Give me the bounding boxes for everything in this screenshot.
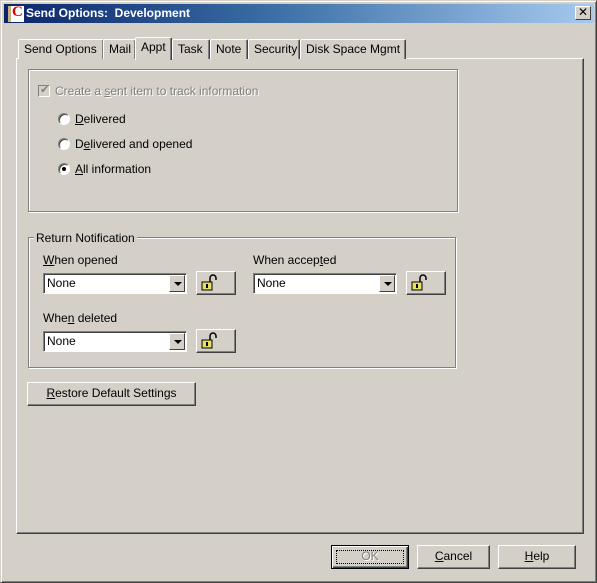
tab-appt[interactable]: Appt — [135, 37, 172, 60]
tab-task[interactable]: Task — [172, 39, 210, 59]
select-value: None — [257, 276, 286, 290]
when-deleted-label: When deleted — [43, 311, 118, 325]
when-accepted-lock-button[interactable] — [406, 271, 446, 295]
checkbox-label: Create a sent item to track information — [55, 84, 259, 98]
select-value: None — [47, 276, 76, 290]
tab-disk-space-mgmt[interactable]: Disk Space Mgmt — [300, 39, 406, 59]
radio-button[interactable] — [58, 113, 70, 125]
dropdown-arrow-icon[interactable] — [169, 333, 185, 350]
focus-rectangle — [336, 550, 404, 564]
tab-send-options[interactable]: Send Options — [18, 39, 104, 59]
tab-label: Disk Space Mgmt — [306, 42, 401, 56]
when-opened-lock-button[interactable] — [196, 271, 236, 295]
tab-label: Note — [216, 42, 242, 56]
when-deleted-lock-button[interactable] — [196, 329, 236, 353]
help-button[interactable]: Help — [498, 545, 576, 569]
checkbox-box[interactable]: ✔ — [38, 84, 50, 97]
radio-button-selected[interactable] — [58, 163, 70, 175]
tab-note[interactable]: Note — [210, 39, 248, 59]
window-title: Send Options: Development — [26, 6, 191, 20]
dropdown-arrow-icon[interactable] — [379, 275, 395, 292]
when-accepted-label: When accepted — [253, 253, 337, 267]
radio-button[interactable] — [58, 138, 70, 150]
tab-label: Security — [254, 42, 298, 56]
title-bar[interactable]: C Send Options: Development ✕ — [4, 4, 594, 23]
when-opened-select[interactable]: None — [43, 273, 187, 294]
when-opened-label: When opened — [43, 253, 118, 267]
tab-label: Send Options — [24, 42, 97, 56]
group-legend: Return Notification — [34, 231, 137, 245]
unlocked-padlock-icon — [201, 274, 217, 291]
close-button[interactable]: ✕ — [575, 6, 591, 20]
send-options-dialog: C Send Options: Development ✕ Send Optio… — [0, 0, 597, 583]
radio-label: Delivered — [75, 112, 126, 126]
tab-security[interactable]: Security — [248, 39, 300, 59]
tab-label: Mail — [109, 42, 132, 56]
dropdown-arrow-icon[interactable] — [169, 275, 185, 292]
tab-label: Appt — [141, 40, 166, 54]
restore-default-settings-button[interactable]: Restore Default Settings — [27, 382, 196, 406]
tab-label: Task — [178, 42, 203, 56]
when-accepted-select[interactable]: None — [253, 273, 397, 294]
cancel-button[interactable]: Cancel — [417, 545, 490, 569]
close-icon: ✕ — [577, 5, 589, 19]
unlocked-padlock-icon — [201, 332, 217, 349]
select-value: None — [47, 334, 76, 348]
checkmark-icon: ✔ — [40, 84, 50, 96]
when-deleted-select[interactable]: None — [43, 331, 187, 352]
ok-button[interactable]: OK — [331, 545, 409, 569]
app-icon: C — [8, 4, 24, 22]
tab-mail[interactable]: Mail — [103, 39, 136, 59]
radio-label: Delivered and opened — [75, 137, 193, 151]
radio-label: All information — [75, 162, 152, 176]
unlocked-padlock-icon — [411, 274, 427, 291]
